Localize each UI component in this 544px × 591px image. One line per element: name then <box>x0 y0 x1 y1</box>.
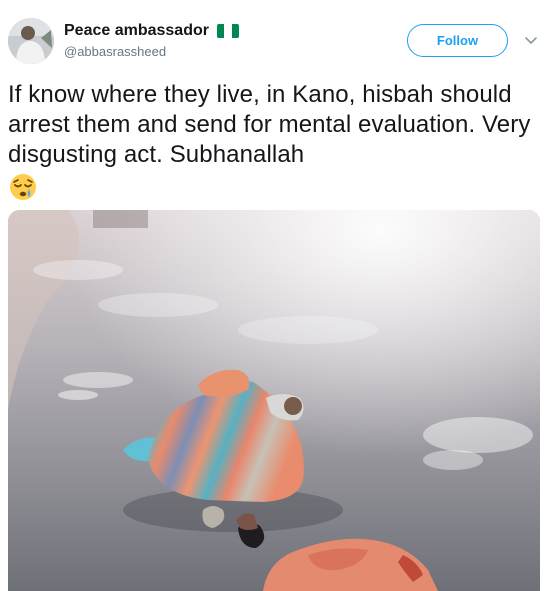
avatar[interactable] <box>8 18 54 64</box>
chevron-down-icon[interactable] <box>524 36 538 46</box>
tweet-text: If know where they live, in Kano, hisbah… <box>8 81 531 168</box>
nigeria-flag-icon <box>216 24 239 38</box>
follow-button[interactable]: Follow <box>407 24 508 57</box>
sleepy-face-emoji <box>10 174 36 200</box>
display-name[interactable]: Peace ambassador <box>64 21 209 41</box>
user-info: Peace ambassador @abbasrassheed <box>64 21 239 60</box>
user-handle[interactable]: @abbasrassheed <box>64 44 239 60</box>
tweet-text-block: If know where they live, in Kano, hisbah… <box>8 80 536 202</box>
media-photo[interactable] <box>8 210 540 591</box>
tweet-card: Peace ambassador @abbasrassheed Follow I… <box>0 0 544 591</box>
display-name-row[interactable]: Peace ambassador <box>64 21 239 41</box>
